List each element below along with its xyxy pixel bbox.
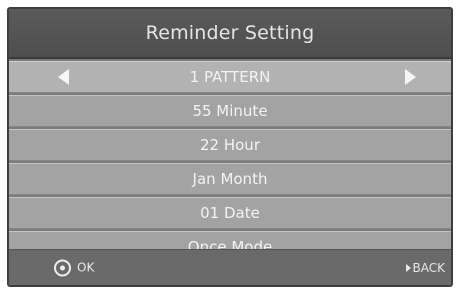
date-value: 01 Date bbox=[200, 204, 260, 222]
ok-label: OK bbox=[77, 260, 95, 275]
back-button[interactable]: BACK bbox=[405, 260, 445, 275]
hour-value: 22 Hour bbox=[200, 136, 260, 154]
back-label: BACK bbox=[412, 260, 445, 275]
settings-list: 1 PATTERN 55 Minute 22 Hour Jan Month 01… bbox=[9, 61, 451, 265]
left-arrow-icon[interactable] bbox=[58, 69, 69, 85]
minute-row[interactable]: 55 Minute bbox=[9, 95, 451, 127]
hour-row[interactable]: 22 Hour bbox=[9, 129, 451, 161]
minute-value: 55 Minute bbox=[192, 102, 268, 120]
month-row[interactable]: Jan Month bbox=[9, 163, 451, 195]
ok-circle-icon bbox=[54, 259, 71, 276]
date-row[interactable]: 01 Date bbox=[9, 197, 451, 229]
footer-bar: OK BACK bbox=[9, 249, 451, 285]
pattern-row[interactable]: 1 PATTERN bbox=[9, 61, 451, 93]
ok-button[interactable]: OK bbox=[54, 259, 94, 276]
title-bar: Reminder Setting bbox=[9, 9, 451, 59]
reminder-setting-screen: Reminder Setting 1 PATTERN 55 Minute 22 … bbox=[7, 7, 453, 287]
back-arrow-icon bbox=[405, 263, 411, 272]
right-arrow-icon[interactable] bbox=[405, 69, 416, 85]
pattern-value: 1 PATTERN bbox=[189, 68, 271, 86]
page-title: Reminder Setting bbox=[145, 22, 315, 44]
month-value: Jan Month bbox=[192, 170, 268, 188]
